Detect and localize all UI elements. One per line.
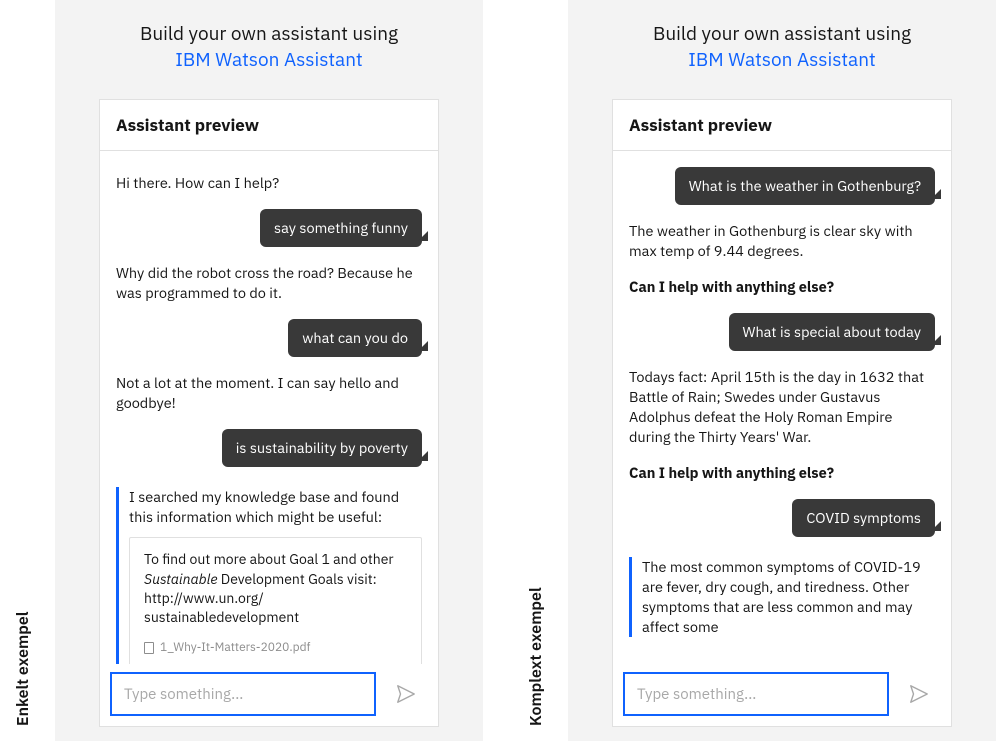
user-message: is sustainability by poverty — [222, 429, 422, 467]
search-text: The most common symptoms of COVID-19 are… — [642, 557, 935, 637]
heading-text: Build your own assistant using — [140, 22, 398, 46]
chat-card: Assistant preview What is the weather in… — [612, 99, 952, 727]
bot-message: Todays fact: April 15th is the day in 16… — [629, 367, 935, 447]
search-intro: I searched my knowledge base and found t… — [129, 487, 422, 527]
followup-prompt: Can I help with anything else? — [629, 277, 935, 297]
chat-title: Assistant preview — [100, 100, 438, 151]
message-input[interactable]: Type something... — [110, 672, 376, 716]
chat-card: Assistant preview Hi there. How can I he… — [99, 99, 439, 727]
side-label-complex: Komplext exempel — [526, 587, 546, 726]
input-placeholder: Type something... — [637, 685, 756, 704]
user-message: What is special about today — [729, 313, 935, 351]
side-label-simple: Enkelt exempel — [13, 612, 33, 726]
search-text-a: To find out more about Goal 1 and other — [144, 550, 394, 568]
user-message: COVID symptoms — [792, 499, 935, 537]
heading-link[interactable]: IBM Watson Assistant — [175, 48, 362, 72]
send-button[interactable] — [384, 672, 428, 716]
search-result-card[interactable]: To find out more about Goal 1 and other … — [129, 537, 422, 664]
user-message: what can you do — [288, 319, 422, 357]
input-row: Type something... — [100, 664, 438, 726]
input-placeholder: Type something... — [124, 685, 243, 704]
search-result-block: I searched my knowledge base and found t… — [116, 487, 422, 664]
search-file-name: 1_Why-It-Matters-2020.pdf — [144, 640, 407, 657]
send-icon — [395, 683, 417, 705]
panel-complex: Komplext exempel Build your own assistan… — [568, 0, 996, 741]
panel-simple: Enkelt exempel Build your own assistant … — [55, 0, 483, 741]
search-file-label: 1_Why-It-Matters-2020.pdf — [160, 640, 310, 657]
heading-text: Build your own assistant using — [653, 22, 911, 46]
heading-link[interactable]: IBM Watson Assistant — [688, 48, 875, 72]
chat-body: Hi there. How can I help? say something … — [100, 151, 438, 664]
message-input[interactable]: Type something... — [623, 672, 889, 716]
heading: Build your own assistant using IBM Watso… — [140, 22, 398, 73]
user-message: What is the weather in Gothenburg? — [675, 167, 935, 205]
bot-message: The weather in Gothenburg is clear sky w… — [629, 221, 935, 261]
send-button[interactable] — [897, 672, 941, 716]
followup-prompt: Can I help with anything else? — [629, 463, 935, 483]
bot-message: Why did the robot cross the road? Becaus… — [116, 263, 422, 303]
heading: Build your own assistant using IBM Watso… — [653, 22, 911, 73]
chat-title: Assistant preview — [613, 100, 951, 151]
send-icon — [908, 683, 930, 705]
search-text-italic: Sustainable — [144, 570, 218, 588]
chat-body: What is the weather in Gothenburg? The w… — [613, 151, 951, 664]
bot-message: Hi there. How can I help? — [116, 173, 422, 193]
user-message: say something funny — [260, 209, 422, 247]
input-row: Type something... — [613, 664, 951, 726]
search-result-block: The most common symptoms of COVID-19 are… — [629, 557, 935, 637]
bot-message: Not a lot at the moment. I can say hello… — [116, 373, 422, 413]
document-icon — [144, 642, 154, 654]
